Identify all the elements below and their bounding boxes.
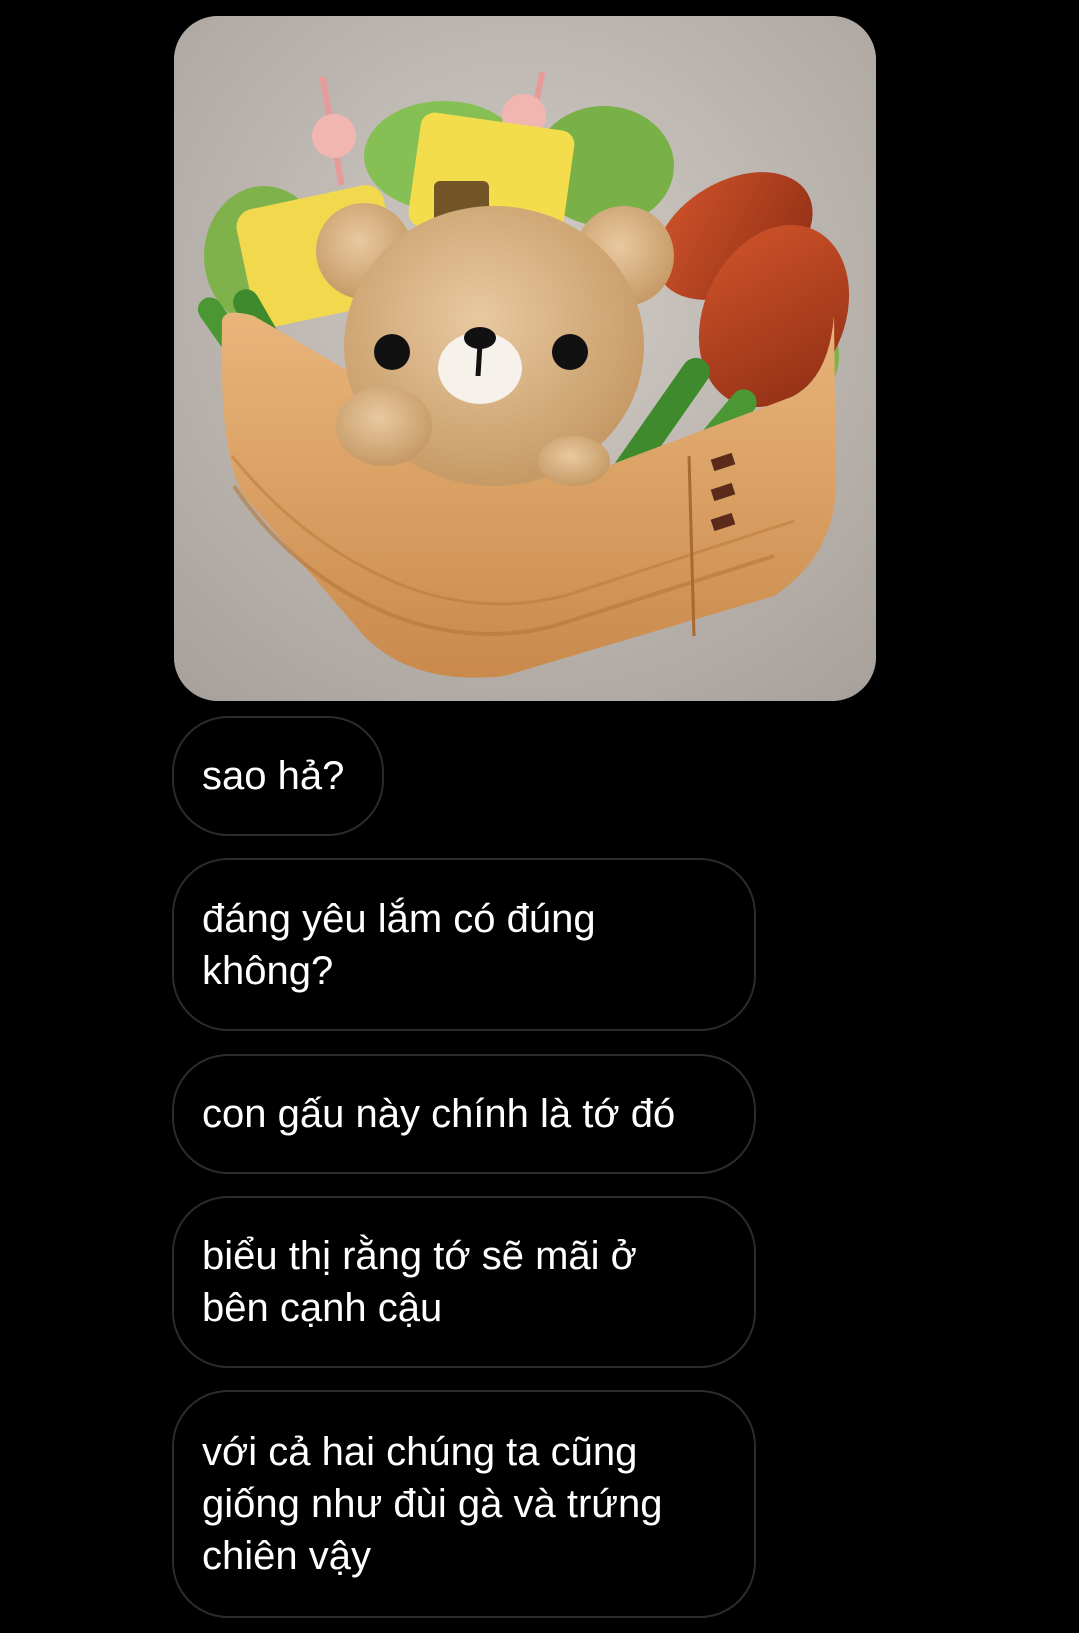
chat-thread: sao hả? đáng yêu lắm có đúng không? con … <box>0 0 1079 1633</box>
message-text: với cả hai chúng ta cũng giống như đùi g… <box>202 1430 663 1578</box>
message-bubble[interactable]: đáng yêu lắm có đúng không? <box>172 858 756 1031</box>
message-bubble[interactable]: với cả hai chúng ta cũng giống như đùi g… <box>172 1390 756 1618</box>
shared-photo[interactable] <box>174 16 876 701</box>
message-bubble[interactable]: biểu thị rằng tớ sẽ mãi ở bên cạnh cậu <box>172 1196 756 1368</box>
message-text: sao hả? <box>202 754 345 798</box>
message-bubble[interactable]: sao hả? <box>172 716 384 836</box>
message-text: đáng yêu lắm có đúng không? <box>202 896 596 993</box>
bear-rice-bento-icon <box>174 16 876 701</box>
message-bubble[interactable]: con gấu này chính là tớ đó <box>172 1054 756 1174</box>
message-text: con gấu này chính là tớ đó <box>202 1092 676 1136</box>
message-text: biểu thị rằng tớ sẽ mãi ở bên cạnh cậu <box>202 1234 637 1330</box>
